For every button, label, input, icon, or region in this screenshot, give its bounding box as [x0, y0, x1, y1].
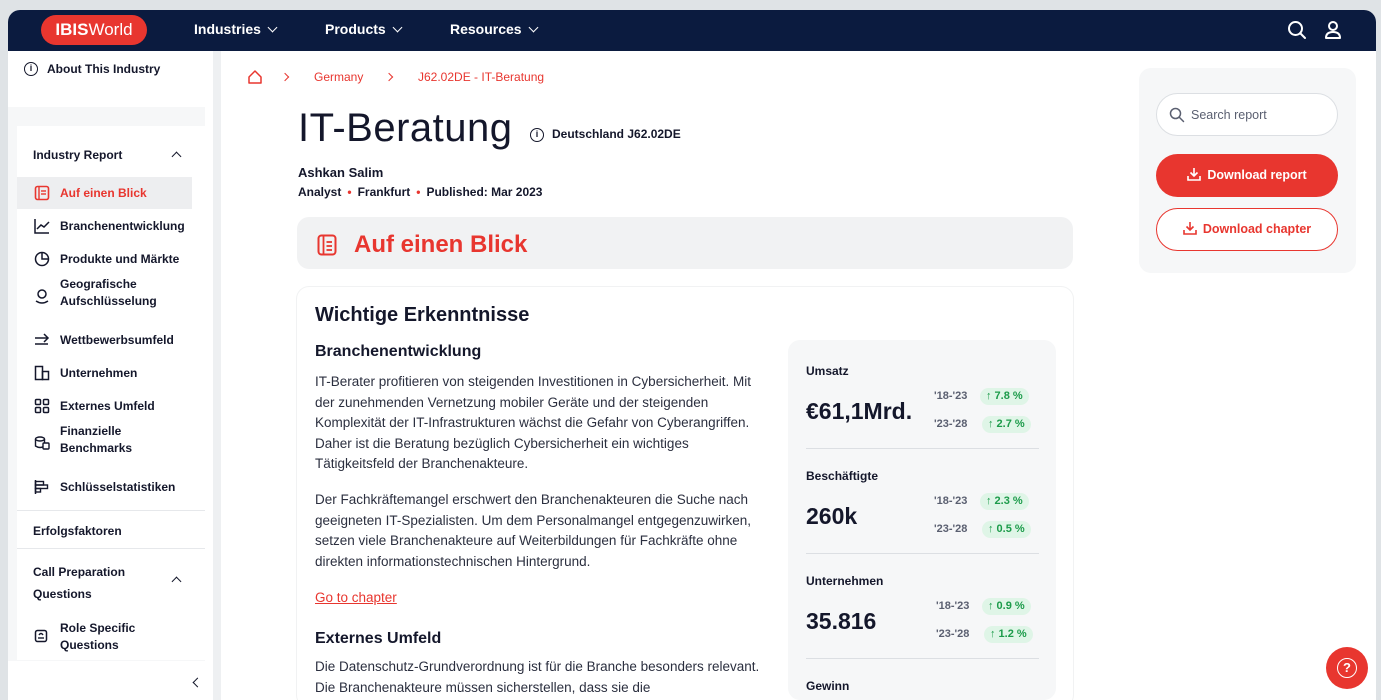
bar-chart-icon	[34, 480, 49, 494]
search-icon[interactable]	[1287, 20, 1307, 40]
kpi-change-badge: ↑ 2.7 %	[982, 416, 1031, 433]
collapse-sidebar-icon[interactable]	[192, 677, 203, 688]
call-prep-heading[interactable]: Call Preparation Questions	[33, 561, 143, 605]
arrows-icon	[35, 333, 50, 345]
sidebar-footer	[8, 661, 205, 700]
chevron-down-icon	[528, 22, 539, 33]
about-industry-label: About This Industry	[47, 62, 161, 76]
nav-resources[interactable]: Resources	[450, 21, 539, 37]
kpi-change-badge: ↑ 1.2 %	[984, 626, 1033, 643]
divider	[17, 510, 205, 511]
author-name: Ashkan Salim	[298, 165, 384, 180]
download-report-button[interactable]: Download report	[1156, 154, 1338, 197]
download-icon	[1187, 168, 1202, 181]
download-chapter-button[interactable]: Download chapter	[1156, 208, 1338, 251]
insight-paragraph: Der Fachkräftemangel erschwert den Branc…	[315, 492, 752, 569]
kpi-change-badge: ↑ 0.9 %	[982, 598, 1031, 615]
chevron-down-icon	[267, 22, 278, 33]
insight-paragraph: IT-Berater profitieren von steigenden In…	[315, 374, 751, 471]
kpi-value: €61,1Mrd.	[806, 398, 913, 424]
kpi-period: '23-'28	[936, 628, 970, 640]
search-icon	[1169, 107, 1185, 123]
divider	[17, 548, 205, 549]
questions-icon	[34, 629, 48, 643]
map-pin-icon	[35, 289, 49, 304]
divider	[806, 553, 1039, 554]
divider	[806, 448, 1039, 449]
kpi-label: Gewinn	[806, 679, 850, 693]
key-insights-title: Wichtige Erkenntnisse	[315, 304, 530, 326]
sidebar-nav: Industry Report Auf einen Blick Branchen…	[17, 126, 205, 660]
pie-chart-icon	[34, 251, 50, 267]
sidebar-item-auf-einen-blick[interactable]: Auf einen Blick	[17, 177, 192, 209]
kpi-value: 35.816	[806, 608, 877, 634]
go-to-chapter-link[interactable]: Go to chapter	[315, 590, 397, 605]
search-input[interactable]	[1191, 105, 1331, 125]
kpi-label: Unternehmen	[806, 574, 884, 588]
kpi-change-badge: ↑ 7.8 %	[980, 388, 1029, 405]
coins-icon	[34, 436, 50, 450]
nav-products[interactable]: Products	[325, 21, 403, 37]
download-icon	[1183, 222, 1197, 235]
report-icon	[317, 234, 337, 256]
top-navigation-bar: IBISWorld Industries Products Resources	[8, 10, 1376, 51]
sidebar-scrollbar[interactable]	[213, 51, 221, 700]
breadcrumb-germany[interactable]: Germany	[314, 70, 363, 84]
author-meta: Analyst • Frankfurt • Published: Mar 2023	[298, 185, 543, 199]
kpi-period: '23-'28	[934, 523, 968, 535]
home-icon[interactable]	[247, 69, 263, 85]
report-actions-panel: Download report Download chapter	[1139, 68, 1356, 273]
chevron-up-icon[interactable]	[171, 576, 182, 587]
report-icon	[34, 185, 50, 201]
kpi-period: '18-'23	[934, 495, 968, 507]
section-title: Auf einen Blick	[354, 231, 528, 258]
kpi-change-badge: ↑ 0.5 %	[982, 521, 1031, 538]
breadcrumb-separator-icon	[280, 72, 290, 82]
kpi-panel: Umsatz €61,1Mrd. '18-'23 ↑ 7.8 % '23-'28…	[788, 340, 1056, 700]
section-header: Auf einen Blick	[297, 217, 1073, 269]
kpi-label: Umsatz	[806, 364, 849, 378]
success-factors-link[interactable]: Erfolgsfaktoren	[33, 524, 122, 538]
nav-industries[interactable]: Industries	[194, 21, 278, 37]
kpi-period: '18-'23	[936, 600, 970, 612]
search-report-field[interactable]	[1156, 93, 1338, 136]
kpi-period: '23-'28	[934, 418, 968, 430]
industry-code: Deutschland J62.02DE	[552, 127, 681, 141]
info-icon: i	[24, 62, 38, 76]
divider	[806, 658, 1039, 659]
grid-icon	[34, 398, 50, 414]
trend-chart-icon	[34, 219, 50, 234]
chevron-down-icon	[392, 22, 403, 33]
page-title: IT-Beratung	[298, 106, 513, 150]
kpi-period: '18-'23	[934, 390, 968, 402]
breadcrumb-current[interactable]: J62.02DE - IT-Beratung	[418, 70, 544, 84]
insight-heading: Branchenentwicklung	[315, 343, 482, 360]
kpi-value: 260k	[806, 503, 858, 529]
app-window: IBISWorld Industries Products Resources …	[8, 10, 1376, 700]
industry-report-heading[interactable]: Industry Report	[33, 148, 122, 162]
breadcrumb-separator-icon	[384, 72, 394, 82]
sidebar: i About This Industry Industry Report Au…	[8, 51, 205, 700]
info-icon[interactable]: i	[530, 128, 544, 142]
about-industry-link[interactable]: i About This Industry	[8, 51, 205, 107]
insight-paragraph: Die Datenschutz-Grundverordnung ist für …	[315, 659, 760, 695]
help-button[interactable]: ?	[1326, 647, 1368, 689]
user-icon[interactable]	[1323, 20, 1343, 40]
question-icon: ?	[1337, 658, 1357, 678]
insight-heading: Externes Umfeld	[315, 630, 442, 647]
ibisworld-logo[interactable]: IBISWorld	[41, 15, 147, 45]
chevron-up-icon[interactable]	[171, 151, 182, 162]
kpi-change-badge: ↑ 2.3 %	[980, 493, 1029, 510]
kpi-label: Beschäftigte	[806, 469, 879, 483]
building-icon	[34, 365, 50, 381]
